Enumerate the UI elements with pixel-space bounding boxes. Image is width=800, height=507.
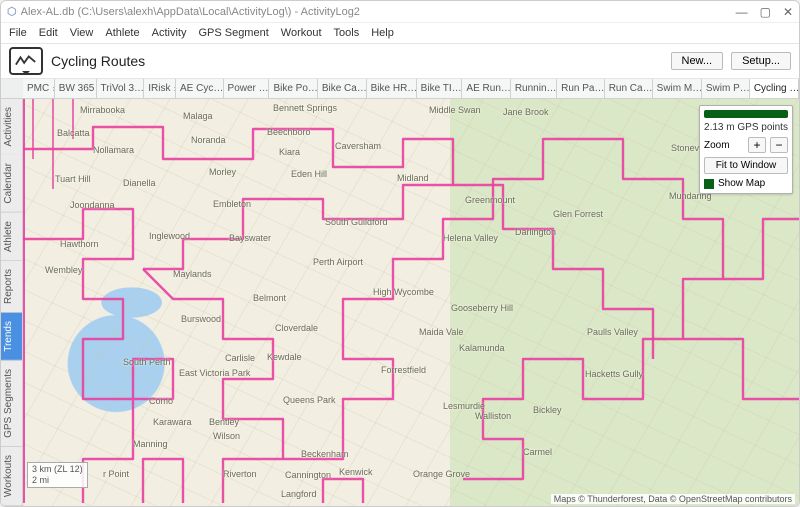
menu-gps-segment[interactable]: GPS Segment bbox=[198, 27, 268, 39]
doc-tab-label: Bike HR… bbox=[371, 83, 417, 94]
doc-tab-label: AE Cyc… bbox=[180, 83, 223, 94]
map-viewport[interactable]: MirrabookaBalcattaNollamaraTuart HillDia… bbox=[23, 99, 799, 506]
scale-km: 3 km (ZL 12) bbox=[32, 464, 83, 475]
setup-button[interactable]: Setup... bbox=[731, 52, 791, 70]
doc-tab[interactable]: TriVol 3…× bbox=[97, 79, 145, 98]
doc-tab[interactable]: AE Cyc…× bbox=[176, 79, 224, 98]
doc-tab-label: Bike TI… bbox=[421, 83, 462, 94]
doc-tab-label: Run Ca… bbox=[609, 83, 653, 94]
doc-tab-label: AE Run… bbox=[466, 83, 510, 94]
doc-tab[interactable]: Bike HR…× bbox=[367, 79, 417, 98]
doc-tab-label: IRisk bbox=[148, 83, 170, 94]
doc-tab[interactable]: Run Pa…× bbox=[557, 79, 605, 98]
chart-icon bbox=[9, 47, 43, 75]
page-title: Cycling Routes bbox=[51, 53, 663, 69]
doc-tab-label: Swim P… bbox=[706, 83, 750, 94]
menu-activity[interactable]: Activity bbox=[152, 27, 187, 39]
doc-tab[interactable]: BW 365× bbox=[55, 79, 97, 98]
menu-athlete[interactable]: Athlete bbox=[105, 27, 139, 39]
doc-tab-label: PMC bbox=[27, 83, 49, 94]
density-bar bbox=[704, 110, 788, 118]
scale-mi: 2 mi bbox=[32, 475, 83, 486]
side-tab-gps-segments[interactable]: GPS Segments bbox=[1, 361, 22, 447]
fit-to-window-button[interactable]: Fit to Window bbox=[704, 157, 788, 174]
doc-tab-label: BW 365 bbox=[59, 83, 95, 94]
menu-tools[interactable]: Tools bbox=[334, 27, 360, 39]
doc-tab[interactable]: Bike TI…× bbox=[417, 79, 463, 98]
side-tab-workouts[interactable]: Workouts bbox=[1, 447, 22, 506]
map-control-panel: 2.13 m GPS points Zoom + − Fit to Window… bbox=[699, 105, 793, 194]
doc-tab-label: Cycling … bbox=[754, 83, 799, 94]
doc-tab[interactable]: Cycling …× bbox=[750, 79, 799, 98]
side-tab-reports[interactable]: Reports bbox=[1, 261, 22, 313]
doc-tab-label: Swim M… bbox=[657, 83, 702, 94]
zoom-out-button[interactable]: − bbox=[770, 137, 788, 153]
window-title: Alex-AL.db (C:\Users\alexh\AppData\Local… bbox=[21, 6, 736, 18]
doc-tab[interactable]: Runnin…× bbox=[511, 79, 557, 98]
doc-tab[interactable]: Bike Po…× bbox=[269, 79, 317, 98]
minimize-button[interactable]: — bbox=[736, 5, 748, 19]
scale-indicator: 3 km (ZL 12) 2 mi bbox=[27, 462, 88, 488]
doc-tab[interactable]: Swim P…× bbox=[702, 79, 750, 98]
app-window: ⬡ Alex-AL.db (C:\Users\alexh\AppData\Loc… bbox=[0, 0, 800, 507]
maximize-button[interactable]: ▢ bbox=[760, 5, 771, 19]
doc-tab-label: TriVol 3… bbox=[101, 83, 145, 94]
doc-tab-label: Bike Ca… bbox=[322, 83, 367, 94]
side-tab-athlete[interactable]: Athlete bbox=[1, 213, 22, 261]
gps-tracks-overlay bbox=[23, 99, 799, 503]
doc-tab[interactable]: Run Ca…× bbox=[605, 79, 653, 98]
menubar: File Edit View Athlete Activity GPS Segm… bbox=[1, 23, 799, 43]
menu-view[interactable]: View bbox=[70, 27, 94, 39]
side-tab-activities[interactable]: Activities bbox=[1, 99, 22, 155]
doc-tab[interactable]: IRisk× bbox=[144, 79, 176, 98]
app-icon: ⬡ bbox=[7, 5, 17, 18]
doc-tab-label: Run Pa… bbox=[561, 83, 604, 94]
doc-tab[interactable]: AE Run…× bbox=[462, 79, 510, 98]
doc-tab-label: Runnin… bbox=[515, 83, 557, 94]
show-map-checkbox[interactable] bbox=[704, 179, 714, 189]
show-map-label: Show Map bbox=[718, 178, 765, 189]
doc-tab-label: Bike Po… bbox=[273, 83, 317, 94]
side-tabstrip: ActivitiesCalendarAthleteReportsTrendsGP… bbox=[1, 99, 23, 506]
doc-tab-label: Power … bbox=[228, 83, 269, 94]
side-tab-calendar[interactable]: Calendar bbox=[1, 155, 22, 213]
doc-tab[interactable]: Swim M…× bbox=[653, 79, 702, 98]
doc-tab[interactable]: Bike Ca…× bbox=[318, 79, 367, 98]
map-attribution: Maps © Thunderforest, Data © OpenStreetM… bbox=[551, 494, 795, 504]
menu-edit[interactable]: Edit bbox=[39, 27, 58, 39]
new-button[interactable]: New... bbox=[671, 52, 724, 70]
menu-help[interactable]: Help bbox=[371, 27, 394, 39]
doc-tab[interactable]: PMC× bbox=[23, 79, 55, 98]
gps-point-count: 2.13 m GPS points bbox=[704, 122, 788, 133]
close-button[interactable]: ✕ bbox=[783, 5, 793, 19]
doc-tab[interactable]: Power …× bbox=[224, 79, 270, 98]
side-tab-trends[interactable]: Trends bbox=[1, 313, 22, 361]
document-tabstrip: PMC×BW 365×TriVol 3…×IRisk×AE Cyc…×Power… bbox=[1, 79, 799, 99]
zoom-label: Zoom bbox=[704, 140, 744, 151]
menu-file[interactable]: File bbox=[9, 27, 27, 39]
menu-workout[interactable]: Workout bbox=[281, 27, 322, 39]
titlebar: ⬡ Alex-AL.db (C:\Users\alexh\AppData\Loc… bbox=[1, 1, 799, 23]
zoom-in-button[interactable]: + bbox=[748, 137, 766, 153]
page-header: Cycling Routes New... Setup... bbox=[1, 43, 799, 79]
